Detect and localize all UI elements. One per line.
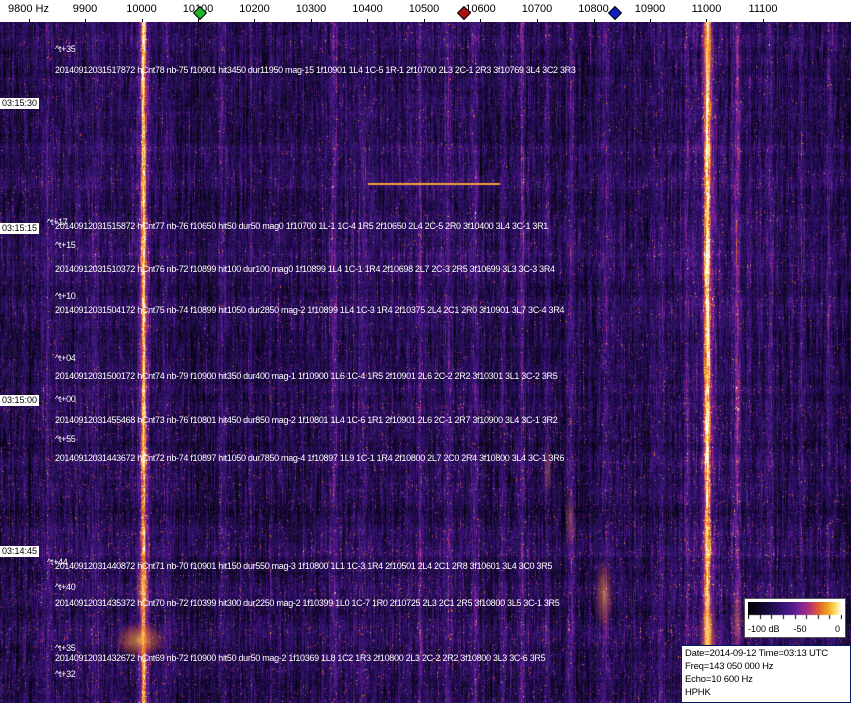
detection-line: 20140912031515872 hCnt77 nb-76 f10650 hi…: [55, 221, 549, 231]
detection-line: 20140912031432672 hCnt69 nb-72 f10900 hi…: [55, 653, 546, 663]
freq-tick-label: 11000: [691, 3, 722, 15]
freq-tick-mark: [763, 19, 764, 22]
time-label: 03:15:30: [0, 98, 40, 109]
freq-tick-mark: [254, 19, 255, 22]
detection-tag: ^t+55: [55, 434, 76, 444]
freq-tick-mark: [311, 19, 312, 22]
info-line: Echo=10 600 Hz: [685, 674, 753, 685]
legend-label: -100 dB: [748, 624, 780, 634]
detection-line: 20140912031517872 hCnt78 nb-75 f10901 hi…: [55, 65, 576, 75]
detection-tag: ^t+10: [55, 291, 76, 301]
time-label: 03:14:45: [0, 546, 40, 557]
freq-tick-label: 10000: [126, 3, 157, 15]
freq-tick-label: 10300: [295, 3, 327, 15]
info-line: Date=2014-09-12 Time=03:13 UTC: [685, 648, 828, 659]
time-label: 03:15:00: [0, 395, 40, 406]
detection-line: 20140912031435372 hCnt70 nb-72 f10399 hi…: [55, 598, 560, 608]
freq-tick-label: 10700: [521, 3, 553, 15]
freq-tick-mark: [706, 19, 707, 22]
detection-line: 20140912031455468 hCnt73 nb-76 f10801 hi…: [55, 415, 558, 425]
freq-tick-label: 9900: [72, 3, 98, 15]
frequency-axis: 9800 Hz990010000101001020010300104001050…: [0, 0, 851, 22]
detection-tag: ^t+04: [55, 353, 76, 363]
freq-tick-mark: [537, 19, 538, 22]
detection-line: 20140912031440872 hCnt71 nb-70 f10901 hi…: [55, 561, 553, 571]
freq-tick-label: 10400: [352, 3, 383, 15]
freq-tick-mark: [29, 19, 30, 22]
detection-line: 20140912031443672 hCnt72 nb-74 f10897 hi…: [55, 453, 565, 463]
info-line: HPHK: [685, 687, 711, 698]
db-scale-labels: -100 dB -50 0: [745, 624, 845, 635]
freq-tick-label: 11100: [748, 3, 778, 15]
info-line: Freq=143 050 000 Hz: [685, 661, 774, 672]
freq-tick-label: 10800: [578, 3, 609, 15]
detection-tag: ^t+32: [55, 669, 76, 679]
freq-tick-mark: [367, 19, 368, 22]
freq-tick-mark: [650, 19, 651, 22]
detection-tag: ^t+15: [55, 240, 76, 250]
legend-label: -50: [793, 624, 807, 634]
detection-line: 20140912031500172 hCnt74 nb-79 f10900 hi…: [55, 371, 558, 381]
freq-marker-blue-diamond-icon[interactable]: [607, 5, 623, 21]
freq-tick-label: 10900: [634, 3, 666, 15]
info-box-lines: Date=2014-09-12 Time=03:13 UTC Freq=143 0…: [685, 647, 847, 699]
freq-tick-mark: [85, 19, 86, 22]
info-box: Date=2014-09-12 Time=03:13 UTC Freq=143 0…: [681, 645, 851, 703]
detection-line: 20140912031510372 hCnt76 nb-72 f10899 hi…: [55, 264, 555, 274]
legend-label: 0: [834, 624, 840, 634]
detection-tag: ^t+40: [55, 582, 76, 592]
time-label: 03:15:15: [0, 223, 40, 234]
detection-tag: ^t+35: [55, 643, 76, 653]
detection-tag: ^t+00: [55, 394, 76, 404]
freq-tick-label: 9800 Hz: [8, 3, 49, 15]
freq-tick-mark: [594, 19, 595, 22]
freq-tick-mark: [424, 19, 425, 22]
db-scale-legend: -100 dB -50 0: [744, 598, 846, 638]
meteor-spectrogram-app: 9800 Hz990010000101001020010300104001050…: [0, 0, 851, 703]
freq-tick-mark: [480, 19, 481, 22]
detection-line: 20140912031504172 hCnt75 nb-74 f10899 hi…: [55, 305, 565, 315]
detection-tag: ^t+35: [55, 44, 76, 54]
freq-tick-label: 10200: [239, 3, 270, 15]
freq-tick-mark: [142, 19, 143, 22]
freq-tick-label: 10500: [408, 3, 440, 15]
colormap-gradient-bar: [748, 602, 842, 620]
